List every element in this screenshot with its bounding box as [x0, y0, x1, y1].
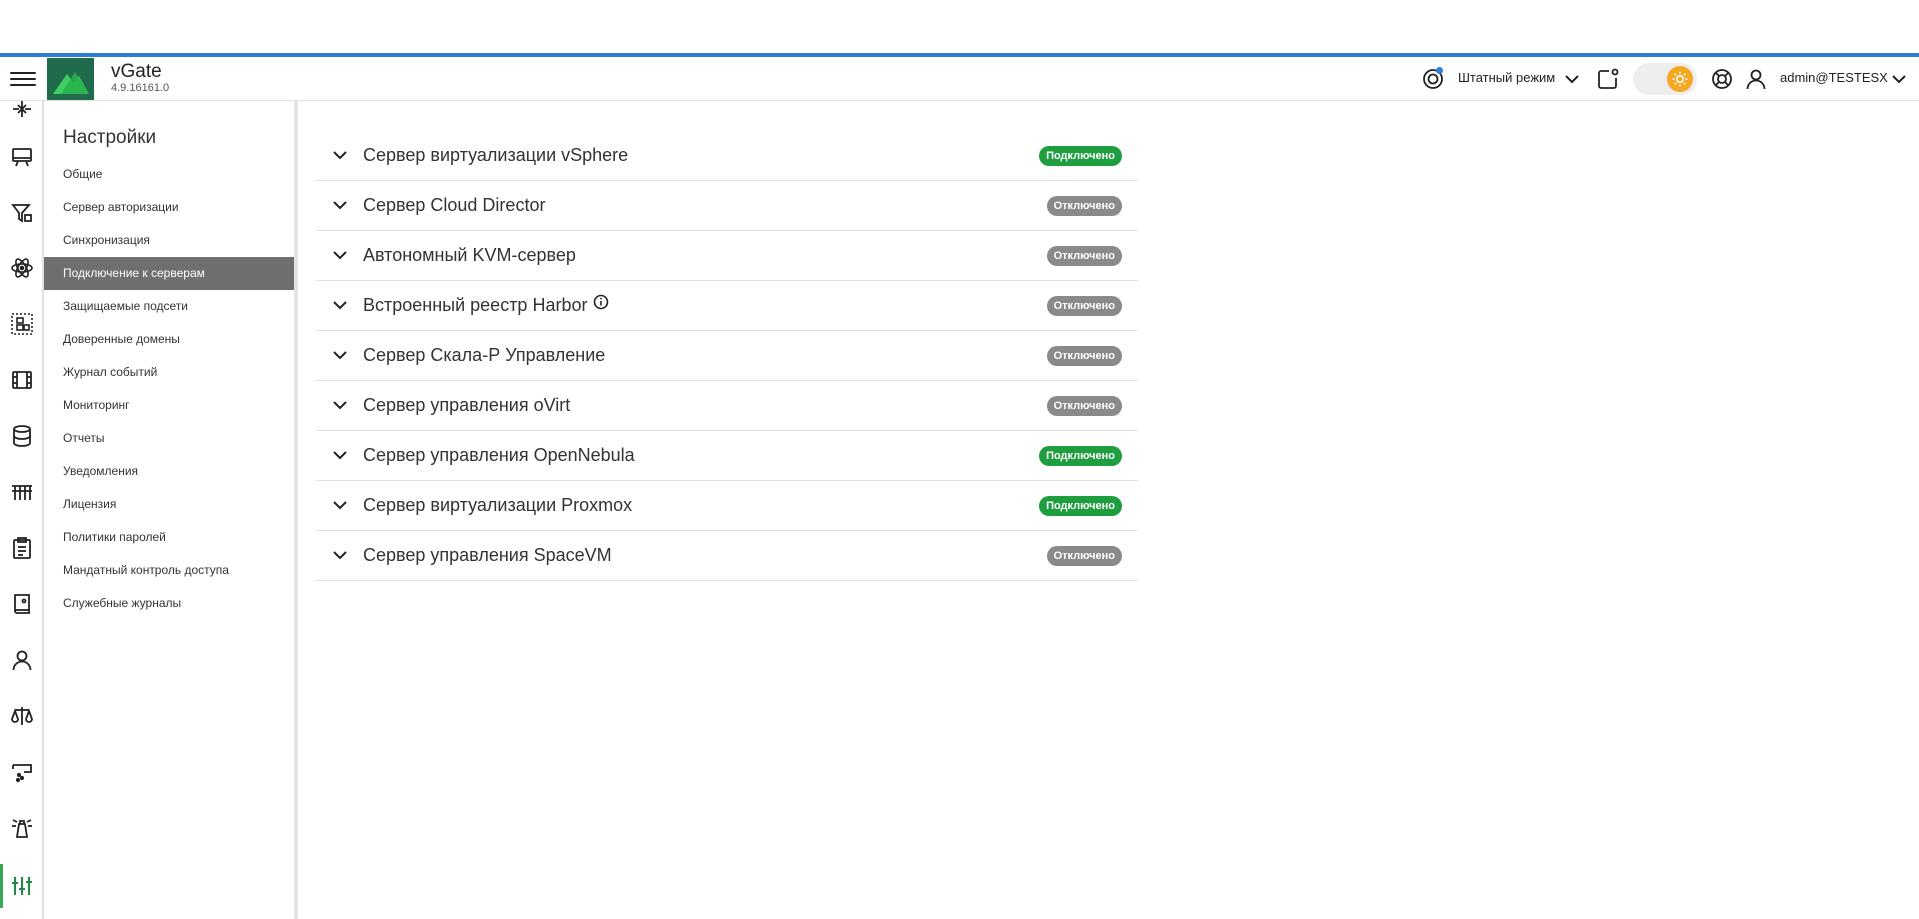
server-name: Сервер виртуализации vSphere — [363, 131, 628, 180]
network-icon[interactable] — [6, 93, 38, 125]
server-name-text: Сервер Скала-Р Управление — [363, 345, 606, 365]
status-badge: Отключено — [1046, 346, 1122, 366]
status-badge: Отключено — [1046, 396, 1122, 416]
grid-icon[interactable] — [6, 476, 38, 508]
server-name: Автономный KVM-сервер — [363, 231, 576, 280]
mode-icon[interactable] — [1419, 65, 1447, 93]
chevron-down-icon[interactable] — [330, 295, 350, 320]
server-row[interactable]: Сервер Cloud Director Отключено — [316, 181, 1138, 231]
chevron-down-icon[interactable] — [330, 145, 350, 170]
settings-menu-item[interactable]: Доверенные домены — [44, 323, 294, 356]
vgate-logo — [47, 58, 94, 100]
server-name: Сервер управления SpaceVM — [363, 531, 612, 580]
clipboard-icon[interactable] — [6, 532, 38, 564]
settings-menu-item[interactable]: Защищаемые подсети — [44, 290, 294, 323]
settings-menu-item[interactable]: Мандатный контроль доступа — [44, 554, 294, 587]
sliders-icon[interactable] — [6, 870, 38, 902]
chevron-down-icon[interactable] — [330, 445, 350, 470]
server-row[interactable]: Сервер управления SpaceVM Отключено — [316, 531, 1138, 581]
server-name-text: Сервер управления oVirt — [363, 395, 571, 415]
user-name[interactable]: admin@TESTESX — [1780, 70, 1888, 85]
server-name-text: Сервер управления SpaceVM — [363, 545, 612, 565]
app-name: vGate — [111, 61, 162, 82]
chevron-down-icon[interactable] — [1886, 66, 1912, 97]
chevron-down-icon[interactable] — [330, 245, 350, 270]
settings-menu-item[interactable]: Служебные журналы — [44, 587, 294, 620]
chevron-down-icon[interactable] — [330, 545, 350, 570]
settings-menu-item[interactable]: Сервер авторизации — [44, 191, 294, 224]
status-badge: Подключено — [1039, 496, 1122, 516]
chevron-down-icon[interactable] — [330, 395, 350, 420]
settings-menu-item[interactable]: Подключение к серверам — [44, 257, 294, 290]
settings-menu-item[interactable]: Политики паролей — [44, 521, 294, 554]
server-row[interactable]: Автономный KVM-сервер Отключено — [316, 231, 1138, 281]
mode-label[interactable]: Штатный режим — [1458, 70, 1555, 85]
settings-title: Настройки — [63, 127, 157, 148]
settings-menu-item[interactable]: Журнал событий — [44, 356, 294, 389]
app-header: vGate 4.9.16161.0 Штатный режим admin@TE… — [0, 57, 1919, 101]
settings-menu-item[interactable]: Отчеты — [44, 422, 294, 455]
server-name-text: Сервер виртуализации Proxmox — [363, 495, 633, 515]
chevron-down-icon[interactable] — [330, 495, 350, 520]
server-name-text: Сервер виртуализации vSphere — [363, 145, 629, 165]
monitor-icon[interactable] — [6, 141, 38, 173]
server-row[interactable]: Сервер виртуализации vSphere Подключено — [316, 131, 1138, 181]
database-icon[interactable] — [6, 420, 38, 452]
settings-sidebar: Настройки Общие Сервер авторизации Синхрон… — [44, 101, 298, 919]
status-badge: Отключено — [1046, 246, 1122, 266]
server-name-text: Автономный KVM-сервер — [363, 245, 576, 265]
notifications-icon[interactable] — [1594, 65, 1622, 93]
lifebuoy-icon[interactable] — [1708, 65, 1736, 93]
server-name: Сервер Cloud Director — [363, 181, 545, 230]
status-badge: Подключено — [1039, 146, 1122, 166]
server-name: Сервер виртуализации Proxmox — [363, 481, 632, 530]
server-row[interactable]: Сервер управления oVirt Отключено — [316, 381, 1138, 431]
server-row[interactable]: Сервер Скала-Р Управление Отключено — [316, 331, 1138, 381]
theme-toggle[interactable] — [1633, 63, 1697, 95]
status-badge: Отключено — [1046, 196, 1122, 216]
app-version: 4.9.16161.0 — [111, 82, 170, 94]
menu-icon[interactable] — [10, 68, 36, 90]
settings-menu-item[interactable]: Уведомления — [44, 455, 294, 488]
atom-icon[interactable] — [6, 252, 38, 284]
server-name: Сервер управления oVirt — [363, 381, 570, 430]
server-name-text: Встроенный реестр Harbor — [363, 295, 588, 315]
scales-icon[interactable] — [6, 700, 38, 732]
chevron-down-icon[interactable] — [330, 195, 350, 220]
info-icon[interactable] — [593, 280, 609, 329]
server-name: Встроенный реестр Harbor — [363, 281, 609, 330]
status-badge: Отключено — [1046, 546, 1122, 566]
server-name: Сервер Скала-Р Управление — [363, 331, 605, 380]
chevron-down-icon[interactable] — [1559, 66, 1585, 97]
rail-active-indicator — [0, 864, 3, 908]
server-row[interactable]: Сервер виртуализации Proxmox Подключено — [316, 481, 1138, 531]
settings-menu: Общие Сервер авторизации Синхронизация Подк… — [44, 158, 294, 620]
user-icon[interactable] — [6, 644, 38, 676]
film-icon[interactable] — [6, 364, 38, 396]
hierarchy-icon[interactable] — [6, 308, 38, 340]
chevron-down-icon[interactable] — [330, 345, 350, 370]
status-badge: Отключено — [1046, 296, 1122, 316]
mode-indicator-dot — [1436, 67, 1443, 74]
server-name-text: Сервер Cloud Director — [363, 195, 546, 215]
settings-menu-item[interactable]: Общие — [44, 158, 294, 191]
lighthouse-icon[interactable] — [6, 812, 38, 844]
settings-menu-item[interactable]: Лицензия — [44, 488, 294, 521]
filter-icon[interactable] — [6, 197, 38, 229]
settings-menu-item[interactable]: Мониторинг — [44, 389, 294, 422]
user-icon[interactable] — [1742, 65, 1770, 93]
nav-rail — [0, 101, 44, 919]
document-icon[interactable] — [6, 588, 38, 620]
status-badge: Подключено — [1039, 446, 1122, 466]
server-name: Сервер управления OpenNebula — [363, 431, 635, 480]
browser-blank-area — [0, 0, 1919, 53]
server-row[interactable]: Сервер управления OpenNebula Подключено — [316, 431, 1138, 481]
server-row[interactable]: Встроенный реестр Harbor Отключено — [316, 281, 1138, 331]
sun-icon — [1667, 66, 1693, 92]
settings-menu-item[interactable]: Синхронизация — [44, 224, 294, 257]
report-icon[interactable] — [6, 756, 38, 788]
server-connection-list: Сервер виртуализации vSphere Подключено Се… — [316, 131, 1138, 581]
server-name-text: Сервер управления OpenNebula — [363, 445, 635, 465]
